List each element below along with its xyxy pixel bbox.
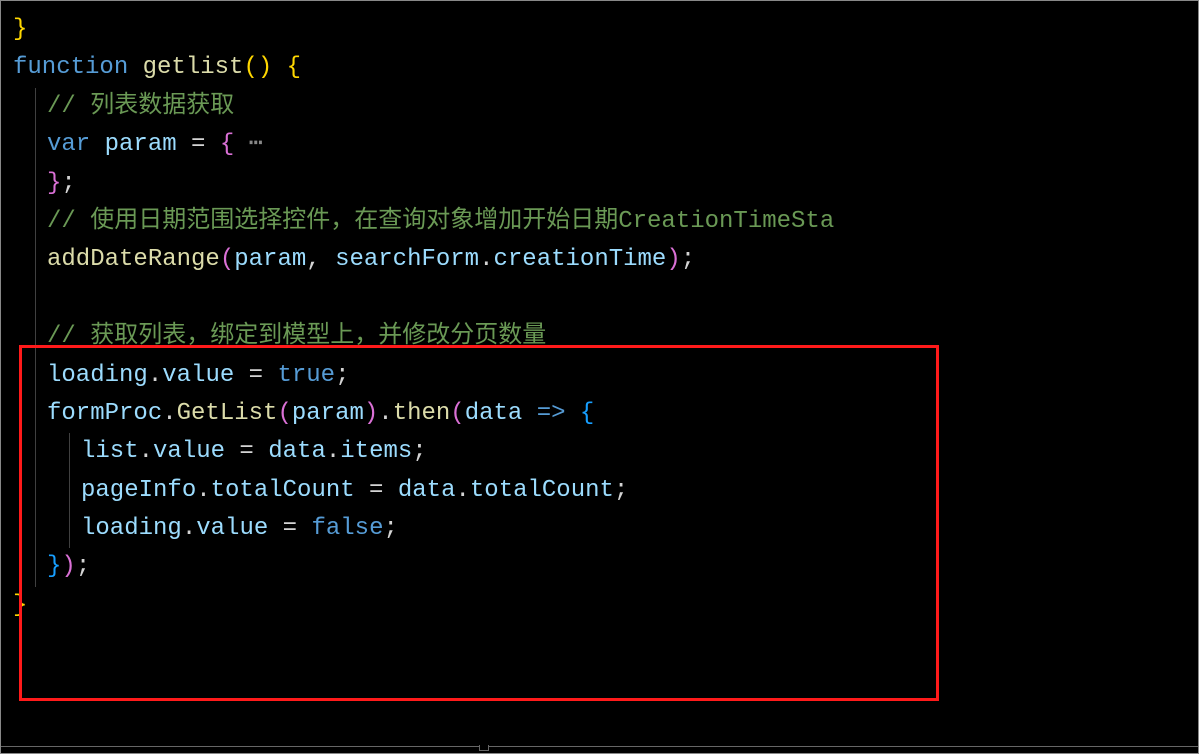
- operator: =: [225, 438, 268, 465]
- code-line: formProc.GetList(param).then(data => {: [13, 395, 1198, 433]
- paren: ): [666, 246, 680, 273]
- identifier: searchForm: [335, 246, 479, 273]
- code-line: var param = { ⋯: [13, 126, 1198, 164]
- operator: =: [268, 515, 311, 542]
- semicolon: ;: [335, 362, 349, 389]
- semicolon: ;: [76, 553, 90, 580]
- property: value: [162, 362, 234, 389]
- semicolon: ;: [61, 170, 75, 197]
- operator: =: [355, 477, 398, 504]
- paren: (: [277, 400, 291, 427]
- keyword-var: var: [47, 131, 90, 158]
- paren: ): [61, 553, 75, 580]
- brace: }: [13, 592, 27, 619]
- identifier: param: [292, 400, 364, 427]
- code-line: loading.value = false;: [13, 510, 1198, 548]
- code-line: addDateRange(param, searchForm.creationT…: [13, 241, 1198, 279]
- literal-true: true: [277, 362, 335, 389]
- brace: {: [272, 54, 301, 81]
- dot: .: [139, 438, 153, 465]
- code-line: // 获取列表，绑定到模型上，并修改分页数量: [13, 318, 1198, 356]
- editor-bottom-border: [1, 745, 1198, 751]
- paren: (: [220, 246, 234, 273]
- identifier: formProc: [47, 400, 162, 427]
- dot: .: [162, 400, 176, 427]
- property: creationTime: [494, 246, 667, 273]
- code-line: }: [13, 587, 1198, 625]
- parens: (): [243, 54, 272, 81]
- identifier: list: [81, 438, 139, 465]
- dot: .: [455, 477, 469, 504]
- property: items: [340, 438, 412, 465]
- code-line: // 使用日期范围选择控件，在查询对象增加开始日期CreationTimeSta: [13, 203, 1198, 241]
- dot: .: [196, 477, 210, 504]
- literal-false: false: [311, 515, 383, 542]
- brace: }: [47, 553, 61, 580]
- property: value: [153, 438, 225, 465]
- brace: }: [13, 16, 27, 43]
- identifier: param: [234, 246, 306, 273]
- semicolon: ;: [383, 515, 397, 542]
- dot: .: [326, 438, 340, 465]
- code-line: });: [13, 548, 1198, 586]
- fold-indicator[interactable]: ⋯: [234, 131, 263, 158]
- dot: .: [182, 515, 196, 542]
- identifier: loading: [47, 362, 148, 389]
- dot: .: [479, 246, 493, 273]
- dot: .: [378, 400, 392, 427]
- function-call: addDateRange: [47, 246, 220, 273]
- method: then: [393, 400, 451, 427]
- dot: .: [148, 362, 162, 389]
- function-name: getlist: [143, 54, 244, 81]
- identifier: data: [398, 477, 456, 504]
- code-editor: } function getlist() { // 列表数据获取 var par…: [0, 0, 1199, 754]
- brace: {: [580, 400, 594, 427]
- code-line-empty: [13, 280, 1198, 318]
- identifier: param: [105, 131, 177, 158]
- comment: // 获取列表，绑定到模型上，并修改分页数量: [47, 323, 546, 350]
- semicolon: ;: [681, 246, 695, 273]
- property: totalCount: [211, 477, 355, 504]
- arrow: =>: [522, 400, 580, 427]
- code-line: function getlist() {: [13, 49, 1198, 87]
- comment: // 列表数据获取: [47, 93, 234, 120]
- code-line: }: [13, 11, 1198, 49]
- identifier: loading: [81, 515, 182, 542]
- property: value: [196, 515, 268, 542]
- code-line: loading.value = true;: [13, 357, 1198, 395]
- code-line: pageInfo.totalCount = data.totalCount;: [13, 472, 1198, 510]
- comma: ,: [306, 246, 335, 273]
- identifier: data: [268, 438, 326, 465]
- identifier: pageInfo: [81, 477, 196, 504]
- brace: {: [220, 131, 234, 158]
- property: totalCount: [470, 477, 614, 504]
- semicolon: ;: [614, 477, 628, 504]
- keyword-function: function: [13, 54, 128, 81]
- code-line: // 列表数据获取: [13, 88, 1198, 126]
- operator: =: [177, 131, 220, 158]
- operator: =: [234, 362, 277, 389]
- brace: }: [47, 170, 61, 197]
- paren: ): [364, 400, 378, 427]
- semicolon: ;: [412, 438, 426, 465]
- code-line: list.value = data.items;: [13, 433, 1198, 471]
- code-line: };: [13, 165, 1198, 203]
- paren: (: [450, 400, 464, 427]
- param: data: [465, 400, 523, 427]
- comment: // 使用日期范围选择控件，在查询对象增加开始日期CreationTimeSta: [47, 208, 834, 235]
- method: GetList: [177, 400, 278, 427]
